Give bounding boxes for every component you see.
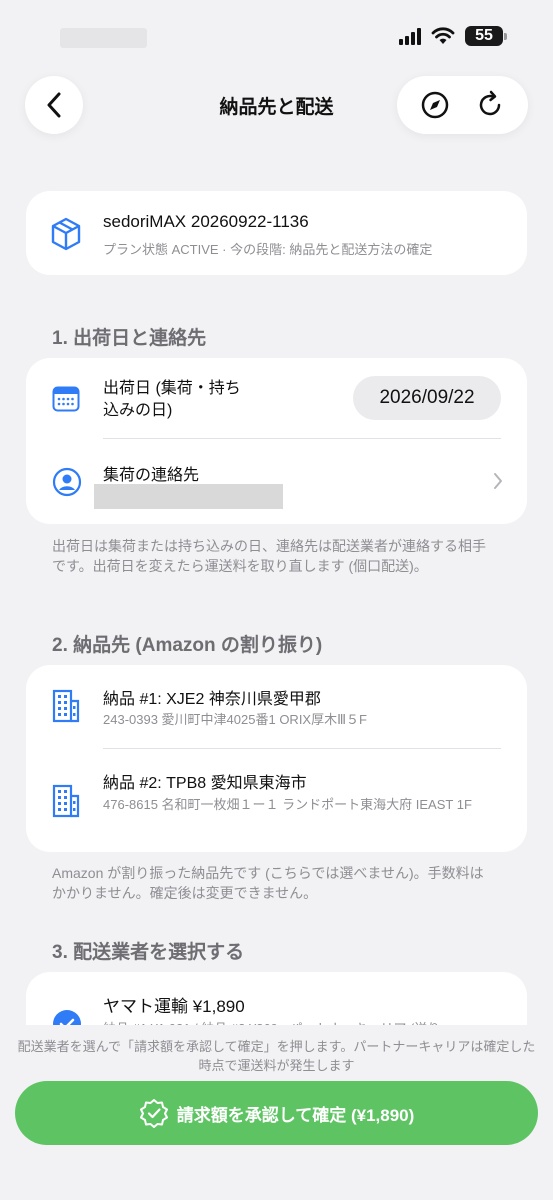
- status-bar: 55: [0, 0, 553, 70]
- ship-date-picker[interactable]: 2026/09/22: [353, 376, 501, 420]
- carrier-title: ヤマト運輸 ¥1,890: [103, 997, 245, 1016]
- pickup-contact-label: 集荷の連絡先: [103, 467, 200, 484]
- destinations-card: 納品 #1: XJE2 神奈川県愛甲郡 243-0393 愛川町中津4025番1…: [26, 665, 527, 852]
- wifi-icon: [431, 27, 455, 44]
- divider: [103, 438, 501, 439]
- calendar-icon: [52, 386, 80, 412]
- ship-date-contact-card: 出荷日 (集荷・持ち込みの日) 2026/09/22 集荷の連絡先: [26, 358, 527, 524]
- refresh-button[interactable]: [468, 83, 512, 127]
- status-icons: 55: [399, 26, 507, 46]
- nav-actions: [397, 76, 528, 134]
- destination-2-title: 納品 #2: TPB8 愛知県東海市: [103, 775, 307, 792]
- destinations-footnote: Amazon が割り振った納品先です (こちらでは選べません)。手数料はかかりま…: [52, 865, 484, 901]
- plan-card: sedoriMAX 20260922-1136 プラン状態 ACTIVE · 今…: [26, 191, 527, 275]
- chevron-left-icon: [47, 92, 61, 118]
- building-icon: [52, 689, 80, 723]
- bottom-action-panel: 配送業者を選んで「請求額を承認して確定」を押します。パートナーキャリアは確定した…: [0, 1025, 553, 1200]
- compass-button[interactable]: [413, 83, 457, 127]
- cellular-signal-icon: [399, 27, 421, 45]
- divider: [103, 748, 501, 749]
- chevron-right-icon[interactable]: [493, 472, 503, 490]
- destination-1-address: 243-0393 愛川町中津4025番1 ORIX厚木Ⅲ５F: [103, 712, 367, 727]
- battery-indicator: 55: [465, 26, 507, 46]
- compass-icon: [421, 91, 448, 119]
- plan-status: プラン状態 ACTIVE · 今の段階: 納品先と配送方法の確定: [103, 242, 433, 257]
- ship-date-label: 出荷日 (集荷・持ち込みの日): [103, 380, 241, 419]
- building-icon: [52, 784, 80, 818]
- section-header-ship-date: 1. 出荷日と連絡先: [52, 328, 207, 349]
- back-button[interactable]: [25, 76, 83, 134]
- section-header-carrier: 3. 配送業者を選択する: [52, 942, 245, 963]
- box-icon: [51, 217, 81, 251]
- pickup-contact-value: [94, 484, 283, 509]
- destination-2-address: 476-8615 名和町一枚畑１ー１ ランドポート東海大府 IEAST 1F: [103, 797, 472, 812]
- approve-confirm-label: 請求額を承認して確定 (¥1,890): [176, 1105, 415, 1125]
- section-header-destinations: 2. 納品先 (Amazon の割り振り): [52, 635, 323, 656]
- time-placeholder: [60, 28, 147, 48]
- refresh-icon: [480, 90, 501, 116]
- confirm-note: 配送業者を選んで「請求額を承認して確定」を押します。パートナーキャリアは確定した…: [17, 1039, 536, 1073]
- plan-title: sedoriMAX 20260922-1136: [103, 212, 309, 231]
- checkmark-seal-icon: [139, 1099, 168, 1128]
- person-circle-icon: [52, 467, 82, 497]
- approve-confirm-button[interactable]: 請求額を承認して確定 (¥1,890): [15, 1081, 538, 1145]
- ship-date-footnote: 出荷日は集荷または持ち込みの日、連絡先は配送業者が連絡する相手です。出荷日を変え…: [52, 538, 486, 574]
- destination-1-title: 納品 #1: XJE2 神奈川県愛甲郡: [103, 691, 321, 708]
- nav-bar: 納品先と配送: [0, 76, 553, 134]
